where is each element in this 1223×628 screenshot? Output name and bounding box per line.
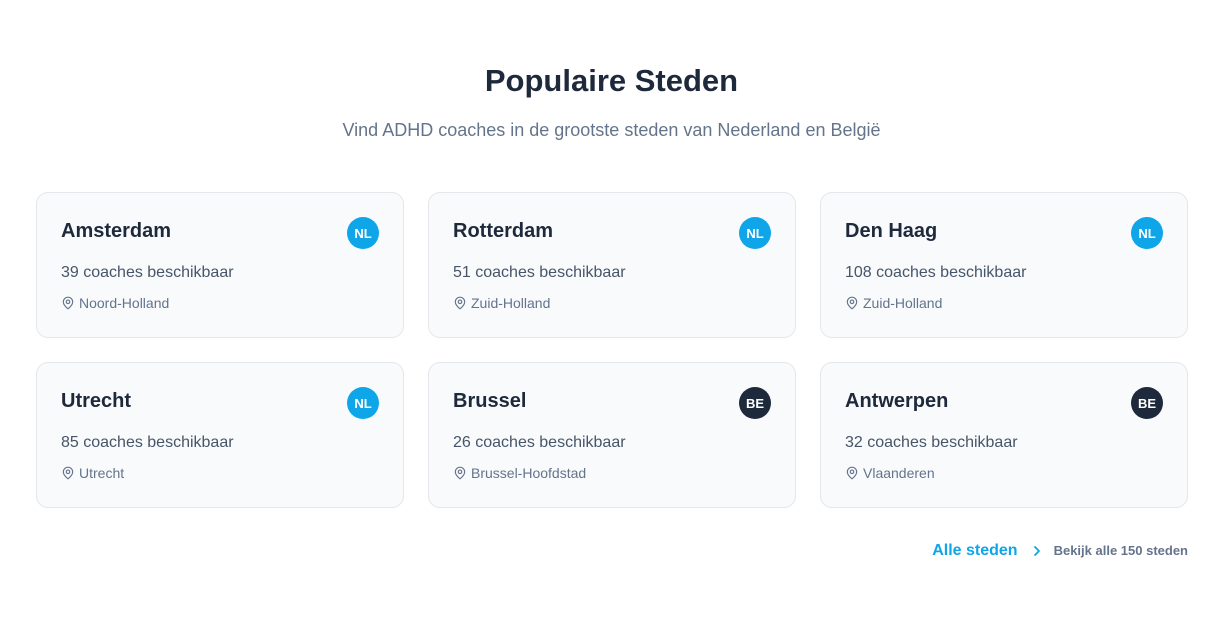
page-title: Populaire Steden [484,63,739,98]
city-card-rotterdam[interactable]: Rotterdam NL 51 coaches beschikbaar Zuid… [428,192,796,338]
region-line: Zuid-Holland [453,295,550,311]
city-card-amsterdam[interactable]: Amsterdam NL 39 coaches beschikbaar Noor… [36,192,404,338]
coach-count: 85 coaches beschikbaar [61,434,234,451]
region-name: Brussel-Hoofdstad [471,465,587,481]
region-line: Noord-Holland [61,295,169,311]
coach-count: 32 coaches beschikbaar [845,434,1018,451]
city-card-antwerpen[interactable]: Antwerpen BE 32 coaches beschikbaar Vlaa… [820,362,1188,508]
country-badge: BE [1131,387,1163,419]
country-badge: NL [347,217,379,249]
city-card-utrecht[interactable]: Utrecht NL 85 coaches beschikbaar Utrech… [36,362,404,508]
map-pin-icon [453,466,467,480]
all-cities-link[interactable]: Alle steden [932,541,1017,561]
map-pin-icon [61,466,75,480]
coach-count: 26 coaches beschikbaar [453,434,626,451]
coach-count: 39 coaches beschikbaar [61,264,234,281]
map-pin-icon [845,466,859,480]
region-line: Vlaanderen [845,465,935,481]
region-name: Zuid-Holland [863,295,943,311]
region-name: Vlaanderen [863,465,935,481]
country-badge: NL [1131,217,1163,249]
region-line: Brussel-Hoofdstad [453,465,586,481]
country-badge: NL [739,217,771,249]
region-line: Zuid-Holland [845,295,942,311]
chevron-right-icon[interactable] [1032,545,1042,557]
city-name: Den Haag [845,220,938,242]
map-pin-icon [61,296,75,310]
country-badge: NL [347,387,379,419]
coach-count: 108 coaches beschikbaar [845,264,1027,281]
city-card-brussel[interactable]: Brussel BE 26 coaches beschikbaar Brusse… [428,362,796,508]
region-name: Zuid-Holland [471,295,551,311]
region-name: Noord-Holland [79,295,170,311]
city-grid: Amsterdam NL 39 coaches beschikbaar Noor… [36,192,1188,508]
country-badge: BE [739,387,771,419]
coach-count: 51 coaches beschikbaar [453,264,626,281]
city-name: Utrecht [61,390,132,412]
city-name: Rotterdam [453,220,554,242]
map-pin-icon [845,296,859,310]
city-name: Amsterdam [61,220,172,242]
city-name: Antwerpen [845,390,949,412]
page-subtitle: Vind ADHD coaches in de grootste steden … [342,120,881,140]
city-card-den-haag[interactable]: Den Haag NL 108 coaches beschikbaar Zuid… [820,192,1188,338]
all-cities-link-row: Alle steden Bekijk alle 150 steden [932,541,1188,561]
all-cities-description: Bekijk alle 150 steden [1053,543,1188,558]
region-name: Utrecht [79,465,125,481]
map-pin-icon [453,296,467,310]
region-line: Utrecht [61,465,124,481]
city-name: Brussel [453,390,527,412]
